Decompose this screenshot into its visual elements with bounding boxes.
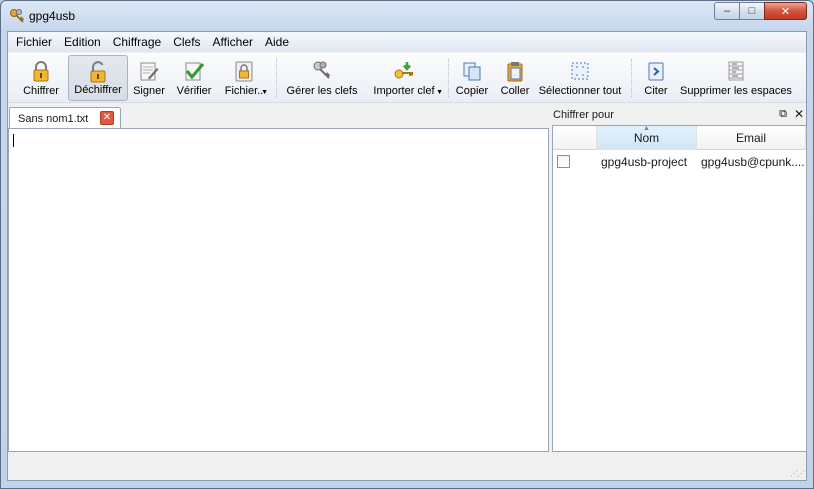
copy-button[interactable]: Copier (452, 55, 492, 101)
file-encrypt-button[interactable]: Fichier.. ▼ (219, 55, 269, 101)
select-all-icon (571, 62, 589, 80)
decrypt-label: Déchiffrer (74, 84, 122, 96)
file-label: Fichier.. (224, 85, 264, 97)
dropdown-arrow-icon: ▼ (436, 89, 443, 96)
manage-keys-button[interactable]: Gérer les clefs (284, 55, 360, 101)
quote-icon (648, 62, 664, 81)
sort-ascending-icon: ▲ (643, 125, 650, 132)
column-header-checkbox[interactable] (553, 126, 597, 150)
import-key-label: Importer clef (373, 85, 435, 97)
toolbar-separator (448, 59, 450, 97)
menu-chiffrage[interactable]: Chiffrage (107, 32, 167, 52)
sign-button[interactable]: Signer (129, 55, 169, 101)
key-select-checkbox[interactable] (557, 155, 570, 168)
key-list-table: ▲ Nom Email gpg4usb-project gpg4usb@cpun… (552, 125, 807, 452)
close-button[interactable]: ✕ (764, 2, 807, 20)
decrypt-button[interactable]: Déchiffrer (68, 55, 128, 101)
select-all-button[interactable]: Sélectionner tout (536, 55, 624, 101)
copy-icon (463, 62, 481, 81)
maximize-button[interactable]: □ (739, 2, 765, 20)
status-bar: ⋰⋰ (8, 454, 806, 480)
sign-document-icon (140, 62, 159, 81)
menu-fichier[interactable]: Fichier (10, 32, 58, 52)
verify-check-icon (185, 62, 205, 81)
menu-afficher[interactable]: Afficher (207, 32, 259, 52)
manage-keys-label: Gérer les clefs (286, 85, 358, 97)
file-lock-icon (235, 61, 253, 82)
paste-button[interactable]: Coller (495, 55, 535, 101)
encrypt-button[interactable]: Chiffrer (14, 55, 68, 101)
toolbar-separator (631, 59, 633, 97)
lock-closed-icon (33, 61, 49, 82)
dock-header: Chiffrer pour ⧉ ✕ (552, 106, 807, 124)
float-dock-icon[interactable]: ⧉ (779, 108, 787, 121)
column-header-email[interactable]: Email (697, 126, 806, 150)
column-name-label: Nom (633, 131, 660, 145)
minimize-button[interactable]: – (714, 2, 740, 20)
encrypt-label: Chiffrer (23, 85, 59, 97)
toolbar-separator (276, 59, 278, 97)
menu-aide[interactable]: Aide (259, 32, 295, 52)
remove-spaces-label: Supprimer les espaces (680, 85, 792, 97)
keys-app-icon (10, 9, 25, 23)
remove-spaces-icon (728, 61, 744, 81)
column-email-label: Email (735, 131, 766, 145)
key-email-cell: gpg4usb@cpunk.... (701, 155, 805, 169)
main-toolbar: Chiffrer Déchiffrer Signer Vérifier Fich… (8, 53, 806, 103)
import-key-button[interactable]: Importer clef ▼ (364, 55, 444, 101)
tab-sans-nom1[interactable]: Sans nom1.txt ✕ (9, 107, 121, 129)
tab-label: Sans nom1.txt (18, 112, 89, 125)
close-dock-icon[interactable]: ✕ (794, 107, 804, 121)
menu-bar: Fichier Edition Chiffrage Clefs Afficher… (8, 32, 806, 52)
window-controls: – □ ✕ (714, 2, 807, 20)
copy-label: Copier (455, 85, 489, 97)
remove-spaces-button[interactable]: Supprimer les espaces (678, 55, 794, 101)
paste-label: Coller (500, 85, 530, 97)
quote-label: Citer (644, 85, 668, 97)
import-key-icon (394, 62, 413, 79)
column-header-name[interactable]: ▲ Nom (597, 125, 697, 150)
main-client-area: Fichier Edition Chiffrage Clefs Afficher… (7, 31, 807, 481)
text-caret (13, 134, 14, 147)
keys-icon (313, 61, 331, 79)
select-all-label: Sélectionner tout (538, 85, 622, 97)
app-window: gpg4usb – □ ✕ Fichier Edition Chiffrage … (0, 0, 814, 489)
sign-label: Signer (133, 85, 165, 97)
editor-tab-bar: Sans nom1.txt ✕ (8, 104, 549, 129)
verify-button[interactable]: Vérifier (172, 55, 216, 101)
lock-open-icon (90, 61, 106, 83)
close-tab-icon[interactable]: ✕ (100, 111, 114, 125)
paste-clipboard-icon (507, 62, 523, 82)
dropdown-arrow-icon: ▼ (261, 89, 268, 96)
key-name-cell: gpg4usb-project (601, 155, 688, 169)
menu-edition[interactable]: Edition (58, 32, 107, 52)
verify-label: Vérifier (176, 85, 212, 97)
title-bar[interactable]: gpg4usb – □ ✕ (1, 1, 813, 31)
menu-clefs[interactable]: Clefs (167, 32, 206, 52)
table-header: ▲ Nom Email (553, 125, 806, 150)
dock-title: Chiffrer pour (553, 109, 614, 121)
window-title: gpg4usb (29, 9, 76, 23)
resize-grip-icon[interactable]: ⋰⋰ (790, 469, 805, 478)
table-row[interactable]: gpg4usb-project gpg4usb@cpunk.... (553, 152, 806, 172)
text-editor[interactable] (8, 128, 549, 452)
quote-button[interactable]: Citer (638, 55, 674, 101)
